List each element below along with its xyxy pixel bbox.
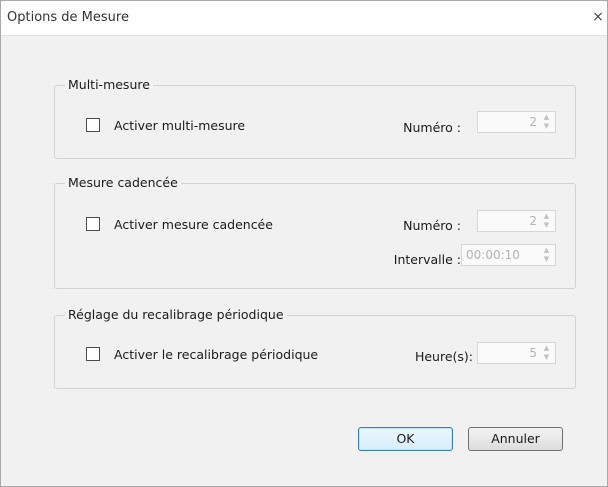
chevron-up-icon[interactable]: ▲ xyxy=(542,247,551,254)
multi-number-stepper[interactable]: 2 ▲ ▼ xyxy=(477,111,556,133)
spin-buttons[interactable]: ▲ ▼ xyxy=(542,345,551,361)
recalibrage-checkbox-label[interactable]: Activer le recalibrage périodique xyxy=(114,347,318,362)
multi-number-value: 2 xyxy=(529,115,537,129)
hours-label: Heure(s): xyxy=(414,349,473,364)
chevron-up-icon[interactable]: ▲ xyxy=(542,345,551,352)
cancel-button[interactable]: Annuler xyxy=(468,427,563,451)
hours-value: 5 xyxy=(529,346,537,360)
spin-buttons[interactable]: ▲ ▼ xyxy=(542,213,551,229)
chevron-down-icon[interactable]: ▼ xyxy=(542,256,551,263)
chevron-up-icon[interactable]: ▲ xyxy=(542,114,551,121)
multi-mesure-checkbox[interactable] xyxy=(86,118,100,132)
mesure-cadencee-checkbox[interactable] xyxy=(86,217,100,231)
recalibrage-checkbox[interactable] xyxy=(86,347,100,361)
mesure-cadencee-legend: Mesure cadencée xyxy=(65,175,181,190)
mesure-cadencee-group: Mesure cadencée xyxy=(54,175,576,289)
chevron-down-icon[interactable]: ▼ xyxy=(542,354,551,361)
interval-value: 00:00:10 xyxy=(466,248,520,262)
close-icon[interactable]: × xyxy=(591,9,605,25)
window-title: Options de Mesure xyxy=(7,10,129,25)
multi-mesure-checkbox-label[interactable]: Activer multi-mesure xyxy=(114,118,245,133)
timed-number-value: 2 xyxy=(529,214,537,228)
multi-number-label: Numéro : xyxy=(403,120,461,135)
interval-label: Intervalle : xyxy=(393,252,461,267)
chevron-down-icon[interactable]: ▼ xyxy=(542,222,551,229)
title-bar: Options de Mesure × xyxy=(1,1,607,36)
timed-number-stepper[interactable]: 2 ▲ ▼ xyxy=(477,210,556,232)
interval-stepper[interactable]: 00:00:10 ▲ ▼ xyxy=(461,244,556,266)
recalibrage-legend: Réglage du recalibrage périodique xyxy=(65,307,287,322)
mesure-cadencee-checkbox-label[interactable]: Activer mesure cadencée xyxy=(114,217,273,232)
chevron-up-icon[interactable]: ▲ xyxy=(542,213,551,220)
ok-button[interactable]: OK xyxy=(358,427,453,451)
chevron-down-icon[interactable]: ▼ xyxy=(542,123,551,130)
timed-number-label: Numéro : xyxy=(403,218,461,233)
hours-stepper[interactable]: 5 ▲ ▼ xyxy=(477,342,556,364)
spin-buttons[interactable]: ▲ ▼ xyxy=(542,114,551,130)
spin-buttons[interactable]: ▲ ▼ xyxy=(542,247,551,263)
options-dialog: Options de Mesure × Multi-mesure Activer… xyxy=(0,0,608,487)
multi-mesure-legend: Multi-mesure xyxy=(65,77,153,92)
